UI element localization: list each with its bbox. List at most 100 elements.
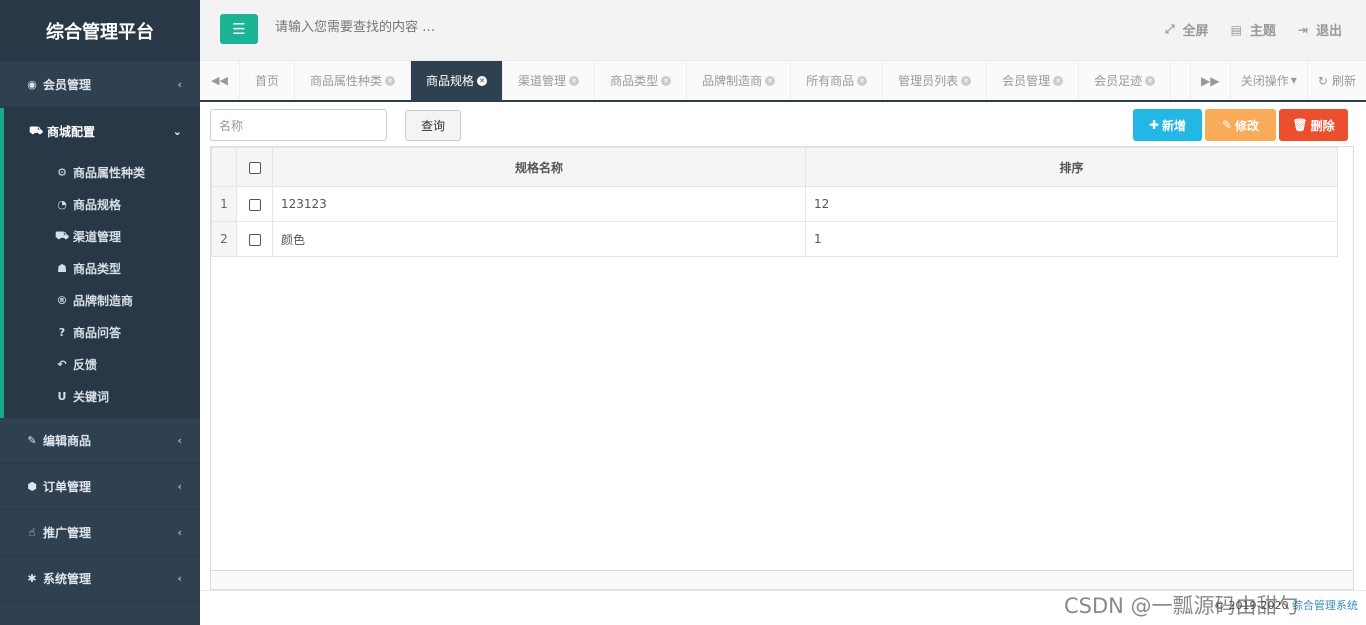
- query-button[interactable]: 查询: [405, 110, 461, 141]
- sidebar-item-qa[interactable]: ? 商品问答: [4, 316, 200, 348]
- sidebar-item-attr-kind[interactable]: ⚙ 商品属性种类: [4, 156, 200, 188]
- sidebar-item-keywords[interactable]: U 关键词: [4, 380, 200, 412]
- sidebar-item-label: 反馈: [73, 357, 98, 372]
- select-all-checkbox[interactable]: [248, 161, 261, 174]
- menu-toggle-button[interactable]: ☰: [220, 14, 258, 44]
- logout-button[interactable]: ⇥ 退出: [1298, 20, 1342, 40]
- column-header-name[interactable]: 规格名称: [272, 147, 806, 187]
- close-icon[interactable]: ✕: [569, 75, 580, 86]
- sidebar-item-type[interactable]: ☗ 商品类型: [4, 252, 200, 284]
- tab-admin-list[interactable]: 管理员列表 ✕: [883, 61, 988, 100]
- delete-label: 删除: [1310, 118, 1335, 133]
- menu-promo[interactable]: ☝ 推广管理 ‹: [0, 510, 200, 556]
- sidebar: 综合管理平台 ◉ 会员管理 ‹ ⛟ 商城配置 ⌄ ⚙ 商品属性种类 ◔ 商品规格…: [0, 0, 200, 625]
- refresh-icon: ↻: [1317, 73, 1328, 88]
- theme-button[interactable]: ▤ 主题: [1231, 20, 1276, 40]
- sidebar-item-label: 商品属性种类: [73, 165, 146, 180]
- sidebar-item-label: 品牌制造商: [73, 293, 134, 308]
- forward-icon: ▶▶: [1201, 73, 1220, 88]
- close-ops-label: 关闭操作: [1240, 74, 1289, 88]
- cell-sort: 12: [805, 186, 1338, 222]
- tab-label: 管理员列表: [898, 74, 959, 88]
- add-button[interactable]: ✚ 新增: [1133, 109, 1202, 141]
- edit-icon: ✎: [27, 434, 37, 447]
- row-checkbox[interactable]: [248, 233, 261, 246]
- tab-label: 商品类型: [610, 74, 659, 88]
- underline-icon: U: [57, 389, 67, 403]
- user-secret-icon: ☗: [57, 261, 67, 275]
- pie-icon: ◔: [57, 197, 67, 211]
- tab-attr-kind[interactable]: 商品属性种类 ✕: [295, 61, 412, 100]
- close-icon[interactable]: ✕: [385, 75, 396, 86]
- select-all-checkbox-cell: [236, 147, 273, 187]
- menu-orders[interactable]: ⬢ 订单管理 ‹: [0, 464, 200, 510]
- tab-label: 品牌制造商: [702, 74, 763, 88]
- global-search-input[interactable]: [275, 20, 575, 35]
- system-link[interactable]: 综合管理系统: [1292, 599, 1358, 612]
- menu-system[interactable]: ✱ 系统管理 ‹: [0, 556, 200, 602]
- column-header-sort[interactable]: 排序: [805, 147, 1338, 187]
- trash-icon: 🗑: [1292, 118, 1308, 132]
- close-icon[interactable]: ✕: [1053, 75, 1064, 86]
- theme-label: 主题: [1249, 24, 1276, 39]
- menu-edit-label: 编辑商品: [43, 434, 92, 448]
- tabs-scroll-left-button[interactable]: ◀◀: [200, 61, 240, 100]
- chevron-left-icon: ‹: [177, 572, 182, 585]
- tab-all-goods[interactable]: 所有商品 ✕: [791, 61, 884, 100]
- tab-type[interactable]: 商品类型 ✕: [595, 61, 688, 100]
- fullscreen-label: 全屏: [1182, 24, 1209, 39]
- close-ops-dropdown[interactable]: 关闭操作 ▼: [1229, 61, 1307, 100]
- refresh-label: 刷新: [1331, 74, 1356, 88]
- sidebar-item-spec[interactable]: ◔ 商品规格: [4, 188, 200, 220]
- close-icon[interactable]: ✕: [857, 75, 868, 86]
- tab-member[interactable]: 会员管理 ✕: [987, 61, 1080, 100]
- tab-member-footprint[interactable]: 会员足迹 ✕: [1079, 61, 1172, 100]
- refresh-button[interactable]: ↻ 刷新: [1306, 61, 1366, 100]
- cell-name: 颜色: [272, 221, 806, 257]
- name-search-input[interactable]: 名称: [210, 109, 387, 141]
- row-checkbox[interactable]: [248, 198, 261, 211]
- table-row[interactable]: 2 颜色 1: [211, 221, 1338, 257]
- menu-mall-label: 商城配置: [47, 124, 96, 139]
- sidebar-item-channel[interactable]: ⛟ 渠道管理: [4, 220, 200, 252]
- logout-label: 退出: [1315, 24, 1342, 39]
- chevron-left-icon: ‹: [177, 480, 182, 493]
- backward-icon: ◀◀: [211, 74, 228, 87]
- tab-channel[interactable]: 渠道管理 ✕: [503, 61, 596, 100]
- tab-home[interactable]: 首页: [240, 61, 296, 100]
- cog-icon: ✱: [27, 572, 37, 585]
- page-tabs: ◀◀ 首页 商品属性种类 ✕ 商品规格 ✕ 渠道管理 ✕ 商品类型 ✕ 品牌制造商 ✕ 所…: [200, 61, 1366, 102]
- sidebar-item-brand[interactable]: ® 品牌制造商: [4, 284, 200, 316]
- close-icon[interactable]: ✕: [477, 75, 488, 86]
- pagination-bar: [211, 570, 1353, 589]
- close-icon[interactable]: ✕: [765, 75, 776, 86]
- hand-icon: ☝: [28, 526, 36, 539]
- cart-icon: ⛟: [29, 123, 43, 137]
- sidebar-item-feedback[interactable]: ↶ 反馈: [4, 348, 200, 380]
- fullscreen-button[interactable]: ⤢ 全屏: [1165, 20, 1209, 39]
- menu-edit-goods[interactable]: ✎ 编辑商品 ‹: [0, 418, 200, 464]
- edit-button[interactable]: ✎ 修改: [1205, 109, 1276, 141]
- tabs-scroll-right-button[interactable]: ▶▶: [1189, 61, 1230, 100]
- caret-down-icon: ▼: [1290, 76, 1297, 85]
- sidebar-item-label: 商品规格: [73, 197, 122, 212]
- close-icon[interactable]: ✕: [1145, 75, 1156, 86]
- registered-icon: ®: [56, 293, 68, 307]
- cell-name: 123123: [272, 186, 806, 222]
- plus-icon: ✚: [1148, 118, 1160, 132]
- close-icon[interactable]: ✕: [661, 75, 672, 86]
- menu-promo-label: 推广管理: [43, 526, 92, 540]
- cube-icon: ⬢: [27, 480, 37, 493]
- main-content: 名称 查询 ✚ 新增 ✎ 修改 🗑 删除 规格名称 排序 1 123123 12 2 …: [200, 104, 1366, 590]
- close-icon[interactable]: ✕: [961, 75, 972, 86]
- row-number: 2: [211, 221, 237, 257]
- tab-brand[interactable]: 品牌制造商 ✕: [687, 61, 792, 100]
- table-row[interactable]: 1 123123 12: [211, 186, 1338, 222]
- tab-spec[interactable]: 商品规格 ✕: [411, 61, 504, 100]
- menu-mall[interactable]: ⛟ 商城配置 ⌄: [0, 108, 200, 154]
- chevron-left-icon: ‹: [177, 434, 182, 447]
- row-number: 1: [211, 186, 237, 222]
- menu-member[interactable]: ◉ 会员管理 ‹: [0, 62, 200, 108]
- add-label: 新增: [1162, 118, 1187, 133]
- delete-button[interactable]: 🗑 删除: [1279, 109, 1348, 141]
